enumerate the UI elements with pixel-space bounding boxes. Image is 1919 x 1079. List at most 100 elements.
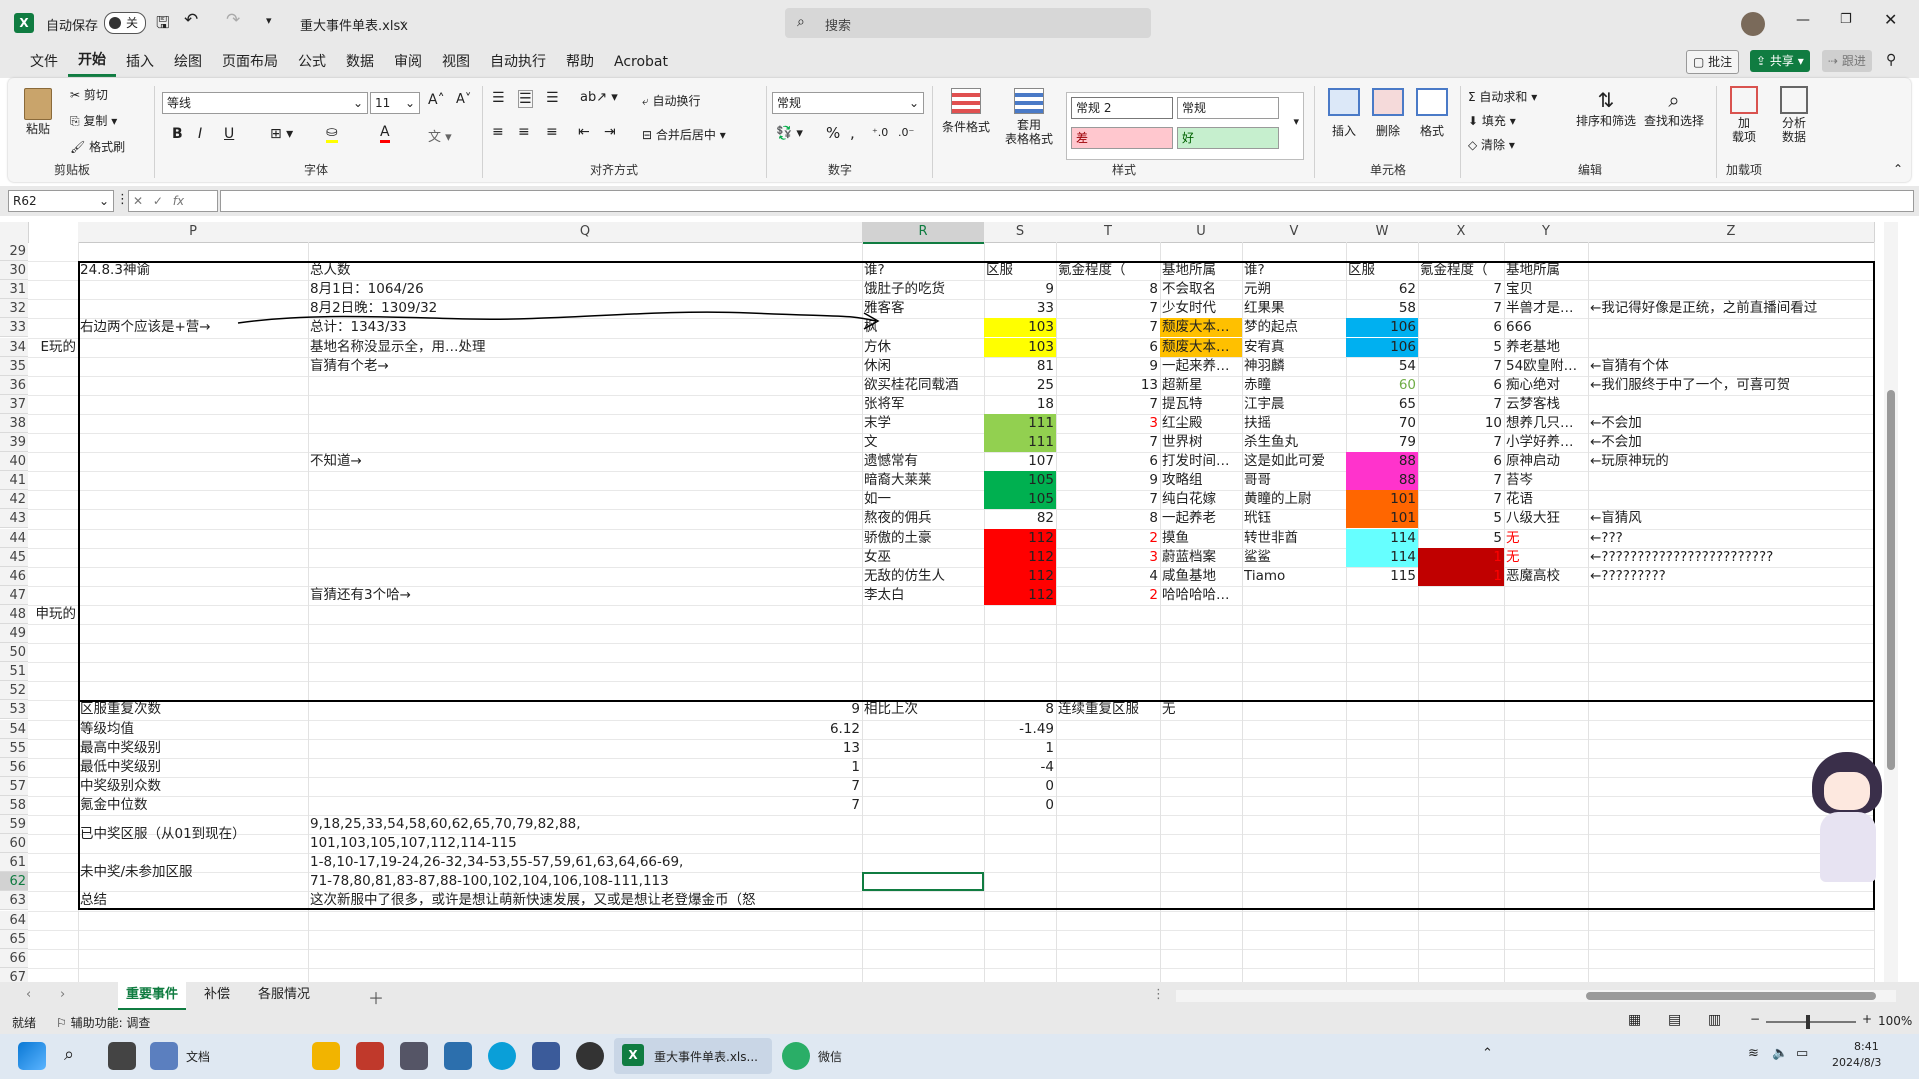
row-header-51[interactable]: 51 — [0, 662, 28, 682]
wrap-text-button[interactable]: ⤶ 自动换行 — [642, 92, 701, 109]
row-header-35[interactable]: 35 — [0, 356, 28, 376]
page-layout-view-icon[interactable]: ▤ — [1668, 1012, 1681, 1028]
insert-function-icon[interactable]: fx — [173, 194, 184, 208]
font-size-select[interactable]: 11 ⌄ — [370, 92, 420, 114]
column-header-z[interactable]: Z — [1588, 222, 1875, 243]
row-header-45[interactable]: 45 — [0, 547, 28, 567]
formula-input[interactable] — [220, 190, 1914, 212]
menu-data[interactable]: 数据 — [336, 46, 384, 78]
menu-review[interactable]: 审阅 — [384, 46, 432, 78]
row-header-30[interactable]: 30 — [0, 261, 28, 281]
menu-acrobat[interactable]: Acrobat — [604, 46, 678, 78]
volume-icon[interactable]: 🔈 — [1772, 1046, 1788, 1061]
row-header-41[interactable]: 41 — [0, 471, 28, 491]
column-header-p[interactable]: P — [78, 222, 309, 243]
follow-button[interactable]: ⇢ 跟进 — [1822, 50, 1872, 72]
menu-insert[interactable]: 插入 — [116, 46, 164, 78]
shrink-font-icon[interactable]: A˅ — [456, 92, 471, 107]
search-icon[interactable]: ⌕ — [64, 1044, 74, 1065]
fill-button[interactable]: ⬇ 填充 ▾ — [1468, 112, 1516, 129]
page-break-view-icon[interactable]: ▥ — [1708, 1012, 1721, 1028]
zoom-level[interactable]: 100% — [1878, 1014, 1912, 1028]
fill-color-icon[interactable]: ⛀ — [326, 124, 338, 143]
format-as-table-button[interactable]: 套用 表格格式 — [998, 88, 1060, 146]
insert-cells-button[interactable]: 插入 — [1326, 88, 1362, 139]
confirm-edit-icon[interactable]: ✓ — [153, 194, 163, 208]
settings-gear-icon[interactable] — [400, 1042, 428, 1070]
row-header-54[interactable]: 54 — [0, 719, 28, 739]
borders-icon[interactable]: ⊞ ▾ — [270, 126, 293, 142]
menu-draw[interactable]: 绘图 — [164, 46, 212, 78]
clock-app-icon[interactable] — [576, 1042, 604, 1070]
align-bottom-icon[interactable]: ☰ — [546, 90, 559, 106]
row-header-62[interactable]: 62 — [0, 872, 28, 892]
document-app-icon[interactable] — [150, 1042, 178, 1070]
font-name-select[interactable]: 等线 ⌄ — [162, 92, 368, 114]
row-header-61[interactable]: 61 — [0, 853, 28, 873]
sheet-tab-important[interactable]: 重要事件 — [118, 982, 187, 1011]
menu-home[interactable]: 开始 — [68, 47, 116, 77]
share-button[interactable]: ⇪ 共享 ▾ — [1750, 50, 1810, 72]
addins-button[interactable]: 加 载项 — [1724, 86, 1764, 144]
snipping-tool-icon[interactable] — [356, 1042, 384, 1070]
select-all-corner[interactable] — [0, 222, 29, 243]
cut-off-text[interactable]: E玩的 — [0, 338, 76, 357]
style-normal[interactable]: 常规 — [1177, 97, 1279, 119]
orientation-icon[interactable]: ab↗ ▾ — [580, 90, 618, 105]
row-header-44[interactable]: 44 — [0, 528, 28, 548]
comma-icon[interactable]: , — [850, 124, 855, 142]
close-icon[interactable]: ✕ — [1884, 10, 1897, 29]
tab-split-handle-icon[interactable]: ⋮ — [1152, 987, 1165, 1002]
row-header-66[interactable]: 66 — [0, 948, 28, 968]
horizontal-scrollbar[interactable] — [1176, 990, 1896, 1002]
customize-qat-icon[interactable]: ▾ — [266, 14, 272, 27]
redo-icon[interactable]: ↷ — [226, 10, 240, 30]
battery-icon[interactable]: ▭ — [1796, 1046, 1808, 1061]
row-header-29[interactable]: 29 — [0, 242, 28, 262]
column-header-s[interactable]: S — [984, 222, 1057, 243]
windows-start-icon[interactable] — [18, 1042, 46, 1070]
cancel-edit-icon[interactable]: ✕ — [133, 194, 143, 208]
excel-taskbar-item[interactable]: X 重大事件单表.xls... — [614, 1038, 772, 1074]
document-app-label[interactable]: 文档 — [186, 1048, 210, 1065]
column-header-v[interactable]: V — [1242, 222, 1347, 243]
row-header-63[interactable]: 63 — [0, 891, 28, 911]
row-header-40[interactable]: 40 — [0, 452, 28, 472]
bold-button[interactable]: B — [172, 126, 183, 142]
cut-off-text[interactable]: 申玩的 — [0, 605, 77, 624]
sheet-tab-compensation[interactable]: 补偿 — [204, 982, 230, 1008]
add-sheet-icon[interactable]: ＋ — [368, 985, 384, 1009]
wechat-icon[interactable] — [782, 1042, 810, 1070]
column-header-r[interactable]: R — [862, 222, 985, 244]
collapse-ribbon-icon[interactable]: ⌃ — [1893, 162, 1903, 176]
autosum-button[interactable]: Σ 自动求和 ▾ — [1468, 88, 1537, 105]
autosave-toggle[interactable]: 关 — [104, 12, 146, 34]
normal-view-icon[interactable]: ▦ — [1628, 1012, 1641, 1028]
accounting-format-icon[interactable]: 💱 ▾ — [776, 126, 803, 141]
format-cells-button[interactable]: 格式 — [1414, 88, 1450, 139]
menu-view[interactable]: 视图 — [432, 46, 480, 78]
align-left-icon[interactable]: ≡ — [492, 124, 504, 140]
worksheet-grid[interactable]: P Q R S T U V W X Y Z 29 30 31 32 33 34 35 36 37 38 39 40 41 42 4… — [0, 222, 1900, 982]
menu-file[interactable]: 文件 — [20, 46, 68, 78]
sort-filter-button[interactable]: ⇅ 排序和筛选 — [1574, 88, 1638, 129]
row-header-43[interactable]: 43 — [0, 509, 28, 529]
accessibility-status[interactable]: ⚐ 辅助功能: 调查 — [56, 1014, 150, 1031]
clear-button[interactable]: ◇ 清除 ▾ — [1468, 136, 1515, 153]
percent-icon[interactable]: % — [826, 124, 840, 142]
store-icon[interactable] — [312, 1042, 340, 1070]
menu-page-layout[interactable]: 页面布局 — [212, 46, 288, 78]
number-format-select[interactable]: 常规 ⌄ — [772, 92, 924, 114]
align-top-icon[interactable]: ☰ — [492, 90, 505, 106]
sheet-tab-servers[interactable]: 各服情况 — [258, 982, 310, 1008]
menu-help[interactable]: 帮助 — [556, 46, 604, 78]
tray-chevron-icon[interactable]: ⌃ — [1482, 1046, 1493, 1061]
restore-icon[interactable]: ❐ — [1840, 12, 1852, 27]
task-view-icon[interactable] — [108, 1042, 136, 1070]
file-name[interactable]: 重大事件单表.xlsx — [300, 15, 408, 34]
row-header-33[interactable]: 33 — [0, 318, 28, 338]
italic-button[interactable]: I — [198, 126, 202, 142]
prev-sheet-icon[interactable]: ‹ — [26, 987, 31, 1002]
row-header-31[interactable]: 31 — [0, 280, 28, 300]
row-header-52[interactable]: 52 — [0, 681, 28, 701]
